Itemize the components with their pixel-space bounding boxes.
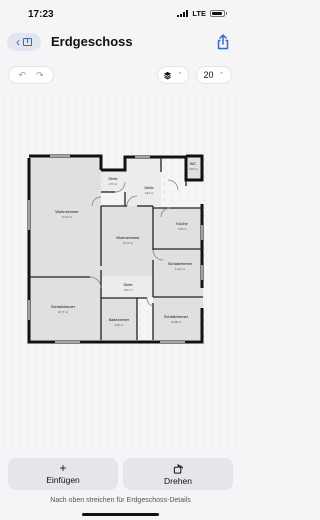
rotate-icon — [173, 463, 183, 474]
status-icons: LTE — [177, 9, 227, 18]
layer-selector[interactable]: ⌃ — [157, 66, 189, 84]
undo-icon[interactable]: ↶ — [18, 70, 26, 81]
room-name: Badezimmer — [109, 318, 130, 322]
bottom-panel: + Einfügen Drehen Nach oben streichen fü… — [0, 456, 241, 520]
zoom-selector[interactable]: 20 ⌃ — [196, 66, 232, 84]
room-name: Schlafzimmer — [51, 304, 76, 309]
back-button[interactable]: ‹ — [7, 33, 41, 51]
room-area: 40,00 m² — [62, 215, 72, 219]
room-name: Schlafzimmer — [168, 261, 193, 266]
share-icon[interactable] — [216, 34, 230, 50]
add-button-label: Einfügen — [46, 475, 80, 485]
chevron-left-icon: ‹ — [16, 35, 20, 49]
room-area: 3,82 m² — [124, 288, 133, 292]
room-diele-3 — [101, 276, 153, 298]
room-area: 4,92 m² — [145, 191, 154, 195]
rotate-button[interactable]: Drehen — [123, 458, 233, 490]
room-schlafzimmer-2 — [153, 249, 203, 297]
room-diele-1 — [101, 170, 125, 192]
home-indicator — [82, 513, 159, 516]
add-button[interactable]: + Einfügen — [8, 458, 118, 490]
room-name: Diele — [144, 185, 154, 190]
battery-icon — [210, 10, 225, 17]
layers-icon — [163, 71, 172, 79]
undo-redo-group: ↶ ↷ — [8, 66, 54, 84]
room-area: 5,58 m² — [115, 323, 124, 327]
chevron-updown-icon: ⌃ — [177, 72, 183, 79]
signal-icon — [177, 10, 189, 17]
room-area: 16,98 m² — [171, 320, 181, 324]
room-name: Diele — [123, 282, 133, 287]
floor-plan-canvas[interactable]: Diele 4,76 m² Diele 4,92 m² WC 1,99 m² W… — [0, 92, 241, 449]
swipe-hint: Nach oben streichen für Erdgeschoss-Deta… — [50, 497, 191, 504]
room-wohnzimmer-2 — [101, 206, 153, 276]
room-name: Wohnzimmer — [55, 209, 79, 214]
room-area: 18,77 m² — [58, 310, 68, 314]
zoom-value: 20 — [203, 70, 214, 80]
room-name: Wohnzimmer — [116, 235, 140, 240]
page-title: Erdgeschoss — [51, 34, 133, 49]
room-name: Diele — [108, 176, 118, 181]
plus-icon: + — [59, 461, 67, 475]
room-area: 7,68 m² — [178, 227, 187, 231]
room-name: WC — [190, 161, 197, 166]
room-name: Küche — [176, 221, 188, 226]
room-area: 4,76 m² — [109, 182, 118, 186]
floor-plan: Diele 4,76 m² Diele 4,92 m² WC 1,99 m² W… — [27, 154, 204, 344]
navigation-bar: ‹ Erdgeschoss — [0, 28, 241, 58]
edit-toolbar: ↶ ↷ ⌃ 20 ⌃ — [0, 66, 241, 88]
redo-icon[interactable]: ↷ — [36, 70, 44, 81]
room-area: 24,72 m² — [123, 241, 133, 245]
chevron-updown-icon: ⌃ — [218, 72, 225, 79]
room-name: Schlafzimmer — [164, 314, 189, 319]
status-bar: 17:23 LTE — [0, 0, 241, 28]
status-time: 17:23 — [28, 9, 54, 20]
room-area: 14,22 m² — [175, 267, 185, 271]
network-label: LTE — [192, 9, 206, 18]
room-area: 1,99 m² — [189, 167, 198, 171]
floor-plan-icon — [23, 38, 32, 46]
rotate-button-label: Drehen — [164, 475, 192, 486]
